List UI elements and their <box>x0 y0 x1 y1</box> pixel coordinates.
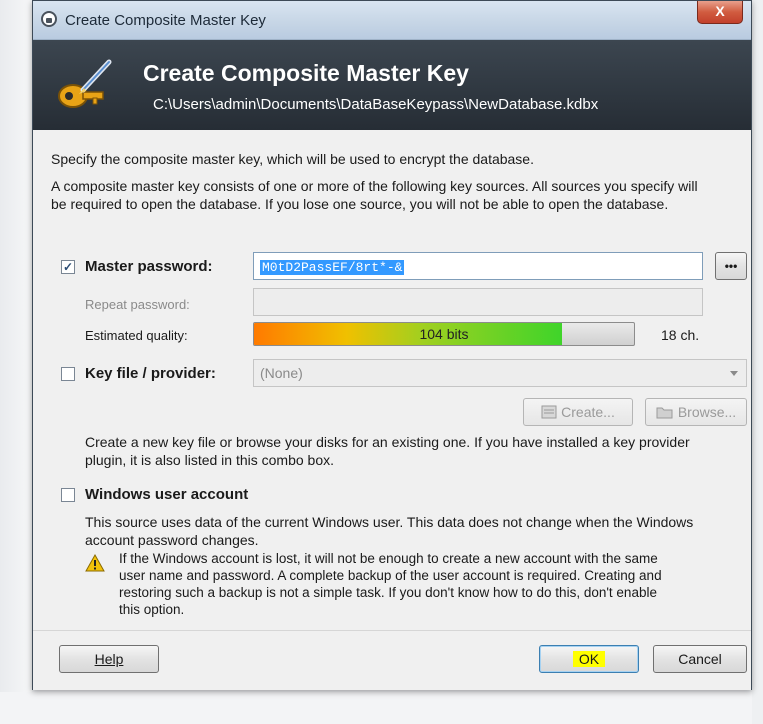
dialog-content: Specify the composite master key, which … <box>33 130 751 630</box>
show-password-button[interactable]: ••• <box>715 252 747 280</box>
desktop-background-bottom <box>0 692 763 724</box>
key-file-selected: (None) <box>260 365 303 381</box>
warning-line2: user name and password. A complete backu… <box>119 568 662 583</box>
warning-line4: this option. <box>119 602 185 617</box>
window-title: Create Composite Master Key <box>65 12 266 29</box>
windows-account-checkbox[interactable] <box>61 488 75 502</box>
key-icon <box>58 59 112 108</box>
dialog-footer: Help OK Cancel <box>33 630 751 690</box>
cancel-button[interactable]: Cancel <box>653 645 747 673</box>
windows-account-label: Windows user account <box>85 486 249 503</box>
database-path: C:\Users\admin\Documents\DataBaseKeypass… <box>153 96 599 113</box>
desktop-background-left <box>0 0 32 724</box>
key-file-label: Key file / provider: <box>85 365 216 382</box>
banner-title: Create Composite Master Key <box>143 60 469 86</box>
keepass-lock-icon <box>41 11 57 27</box>
key-file-checkbox[interactable] <box>61 367 75 381</box>
chevron-down-icon[interactable] <box>730 371 738 376</box>
windows-account-desc-line2: account password changes. <box>85 532 259 548</box>
warning-line1: If the Windows account is lost, it will … <box>119 551 658 566</box>
windows-account-desc-line1: This source uses data of the current Win… <box>85 514 694 530</box>
browse-key-file-label: Browse... <box>677 404 737 420</box>
repeat-password-input[interactable] <box>253 288 703 316</box>
password-quality-text: 104 bits <box>419 326 469 342</box>
master-password-label: Master password: <box>85 258 213 275</box>
password-length: 18 ch. <box>661 327 700 343</box>
repeat-password-label: Repeat password: <box>85 297 190 312</box>
password-quality-bar: 104 bits <box>253 322 635 346</box>
warning-line3: restoring such a backup is not a simple … <box>119 585 657 600</box>
key-file-combobox[interactable]: (None) <box>253 359 747 387</box>
intro-text: Specify the composite master key, which … <box>51 151 534 167</box>
intro-description-line1: A composite master key consists of one o… <box>51 178 698 194</box>
header-banner: Create Composite Master Key C:\Users\adm… <box>33 40 751 130</box>
new-file-icon <box>541 405 557 419</box>
master-password-input[interactable]: M0tD2PassEF/8rt*-& <box>253 252 703 280</box>
help-button-label: Help <box>94 651 124 667</box>
master-password-checkbox[interactable]: ✓ <box>61 260 75 274</box>
intro-description-line2: be required to open the database. If you… <box>51 196 669 212</box>
browse-key-file-button[interactable]: Browse... <box>645 398 747 426</box>
ok-button-label: OK <box>572 651 606 667</box>
warning-icon <box>85 554 105 572</box>
ok-button[interactable]: OK <box>539 645 639 673</box>
close-button[interactable]: X <box>697 1 743 24</box>
create-master-key-dialog: Create Composite Master Key X Create Com… <box>32 0 752 690</box>
create-key-file-label: Create... <box>561 404 615 420</box>
estimated-quality-label: Estimated quality: <box>85 328 188 343</box>
master-password-value: M0tD2PassEF/8rt*-& <box>260 260 405 275</box>
create-key-file-button[interactable]: Create... <box>523 398 633 426</box>
key-file-help-line1: Create a new key file or browse your dis… <box>85 434 690 450</box>
desktop-background-right <box>752 0 763 724</box>
key-file-help-line2: plugin, it is also listed in this combo … <box>85 452 335 468</box>
folder-icon <box>656 407 673 419</box>
title-bar[interactable]: Create Composite Master Key X <box>33 1 751 40</box>
help-button[interactable]: Help <box>59 645 159 673</box>
